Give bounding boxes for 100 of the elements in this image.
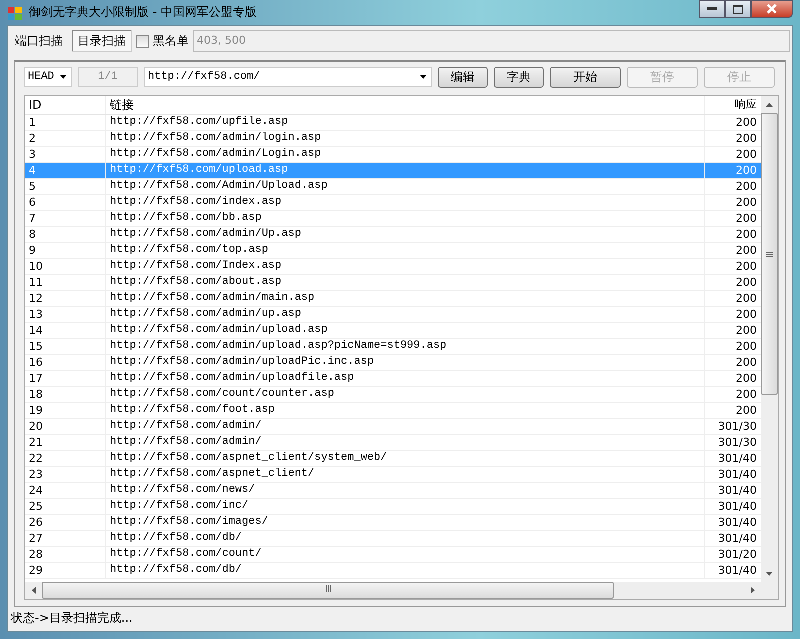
table-cell: http://fxf58.com/upfile.asp (106, 115, 705, 130)
table-cell: 25 (25, 499, 106, 514)
table-cell: 21 (25, 435, 106, 450)
table-cell: http://fxf58.com/foot.asp (106, 403, 705, 418)
table-cell-text: 301/40 (717, 563, 758, 578)
table-row[interactable]: 17 http://fxf58.com/admin/uploadfile.asp 200 (25, 371, 761, 387)
table-cell-text: 200 (735, 275, 758, 290)
table-row[interactable]: 13 http://fxf58.com/admin/up.asp 200 (25, 307, 761, 323)
table-row[interactable]: 6 http://fxf58.com/index.asp 200 (25, 195, 761, 211)
tab[interactable]: 目录扫描 (72, 30, 132, 52)
table-cell: http://fxf58.com/aspnet_client/ (106, 467, 705, 482)
table-cell-text: 200 (735, 243, 758, 258)
table-cell: http://fxf58.com/bb.asp (106, 211, 705, 226)
table-cell-text: 200 (735, 211, 758, 226)
table-cell: http://fxf58.com/index.asp (106, 195, 705, 210)
maximize-icon (733, 4, 743, 14)
table-cell: http://fxf58.com/db/ (106, 531, 705, 546)
table-cell: http://fxf58.com/db/ (106, 563, 705, 578)
table-row[interactable]: 24 http://fxf58.com/news/ 301/40 (25, 483, 761, 499)
table-cell: 16 (25, 355, 106, 370)
table-row[interactable]: 27 http://fxf58.com/db/ 301/40 (25, 531, 761, 547)
close-button[interactable] (751, 0, 793, 18)
blacklist-label[interactable]: 黑名单 (153, 32, 189, 50)
up-arrow-icon[interactable] (766, 102, 773, 106)
table-cell: http://fxf58.com/admin/Login.asp (106, 147, 705, 162)
table-row[interactable]: 19 http://fxf58.com/foot.asp 200 (25, 403, 761, 419)
table-row[interactable]: 21 http://fxf58.com/admin/ 301/30 (25, 435, 761, 451)
table-row[interactable]: 12 http://fxf58.com/admin/main.asp 200 (25, 291, 761, 307)
table-cell: 8 (25, 227, 106, 242)
table-cell: http://fxf58.com/upload.asp (106, 163, 705, 178)
table-cell: 13 (25, 307, 106, 322)
table-cell: http://fxf58.com/aspnet_client/system_web/ (106, 451, 705, 466)
table-cell-text: 200 (735, 259, 758, 274)
right-arrow-icon[interactable] (750, 587, 754, 594)
maximize-button[interactable] (725, 0, 751, 18)
toolbar-button[interactable]: 字典 (494, 66, 544, 88)
close-icon (767, 4, 777, 14)
minimize-icon (707, 7, 717, 11)
table-cell: http://fxf58.com/Admin/Upload.asp (106, 179, 705, 194)
table-cell-text: 200 (735, 115, 758, 130)
table-cell: 2 (25, 131, 106, 146)
table-cell: 12 (25, 291, 106, 306)
table-cell-text: 200 (735, 403, 758, 418)
status-text: 状态->目录扫描完成... (10, 610, 134, 627)
table-cell: 7 (25, 211, 106, 226)
table-row[interactable]: 18 http://fxf58.com/count/counter.asp 200 (25, 387, 761, 403)
table-cell: http://fxf58.com/Index.asp (106, 259, 705, 274)
table-row[interactable]: 7 http://fxf58.com/bb.asp 200 (25, 211, 761, 227)
table-cell-text: 200 (735, 179, 758, 194)
blacklist-checkbox[interactable] (136, 34, 149, 48)
minimize-button[interactable] (699, 0, 725, 18)
table-cell-text: 301/40 (717, 451, 758, 466)
table-cell: http://fxf58.com/inc/ (106, 499, 705, 514)
table-row[interactable]: 28 http://fxf58.com/count/ 301/20 (25, 547, 761, 563)
url-dropdown[interactable]: http://fxf58.com/ (144, 67, 432, 87)
table-row[interactable]: 9 http://fxf58.com/top.asp 200 (25, 243, 761, 259)
table-row[interactable]: 11 http://fxf58.com/about.asp 200 (25, 275, 761, 291)
toolbar-button[interactable]: 开始 (550, 66, 621, 88)
column-header[interactable]: 链接 (106, 96, 705, 114)
table-cell-text: 200 (735, 227, 758, 242)
table-cell: http://fxf58.com/admin/up.asp (106, 307, 705, 322)
table-row[interactable]: 29 http://fxf58.com/db/ 301/40 (25, 563, 761, 579)
table-cell: 29 (25, 563, 106, 578)
table-cell-text: 200 (735, 195, 758, 210)
horizontal-scrollbar[interactable] (25, 582, 778, 599)
table-cell: 27 (25, 531, 106, 546)
column-header[interactable]: ID (25, 96, 106, 114)
left-arrow-icon[interactable] (32, 587, 36, 594)
down-arrow-icon[interactable] (766, 572, 773, 576)
toolbar-button[interactable]: 编辑 (438, 66, 488, 88)
column-header[interactable]: 响应 (705, 96, 761, 114)
table-row[interactable]: 22 http://fxf58.com/aspnet_client/system_web/ 301/40 (25, 451, 761, 467)
table-cell: http://fxf58.com/about.asp (106, 275, 705, 290)
table-row[interactable]: 14 http://fxf58.com/admin/upload.asp 200 (25, 323, 761, 339)
table-cell-text: 200 (735, 163, 758, 178)
table-cell: 3 (25, 147, 106, 162)
vertical-scrollbar[interactable] (761, 96, 778, 582)
table-row[interactable]: 8 http://fxf58.com/admin/Up.asp 200 (25, 227, 761, 243)
grip-icon (326, 585, 330, 592)
table-row[interactable]: 26 http://fxf58.com/images/ 301/40 (25, 515, 761, 531)
caret-icon (420, 75, 427, 79)
table-cell: 14 (25, 323, 106, 338)
table-row[interactable]: 20 http://fxf58.com/admin/ 301/30 (25, 419, 761, 435)
table-row[interactable]: 1 http://fxf58.com/upfile.asp 200 (25, 115, 761, 131)
table-cell: http://fxf58.com/news/ (106, 483, 705, 498)
method-dropdown[interactable]: HEAD (24, 67, 72, 87)
table-cell-text: 301/40 (717, 499, 758, 514)
table-row[interactable]: 25 http://fxf58.com/inc/ 301/40 (25, 499, 761, 515)
table-row[interactable]: 15 http://fxf58.com/admin/upload.asp?picName=st999.asp 200 (25, 339, 761, 355)
table-row[interactable]: 2 http://fxf58.com/admin/login.asp 200 (25, 131, 761, 147)
table-row[interactable]: 23 http://fxf58.com/aspnet_client/ 301/40 (25, 467, 761, 483)
table-cell-text: 301/40 (717, 515, 758, 530)
table-cell-text: 200 (735, 323, 758, 338)
table-cell: http://fxf58.com/admin/main.asp (106, 291, 705, 306)
table-cell: 19 (25, 403, 106, 418)
table-row[interactable]: 5 http://fxf58.com/Admin/Upload.asp 200 (25, 179, 761, 195)
table-row[interactable]: 16 http://fxf58.com/admin/uploadPic.inc.asp 200 (25, 355, 761, 371)
table-row[interactable]: 10 http://fxf58.com/Index.asp 200 (25, 259, 761, 275)
table-cell: 15 (25, 339, 106, 354)
table-cell: 22 (25, 451, 106, 466)
